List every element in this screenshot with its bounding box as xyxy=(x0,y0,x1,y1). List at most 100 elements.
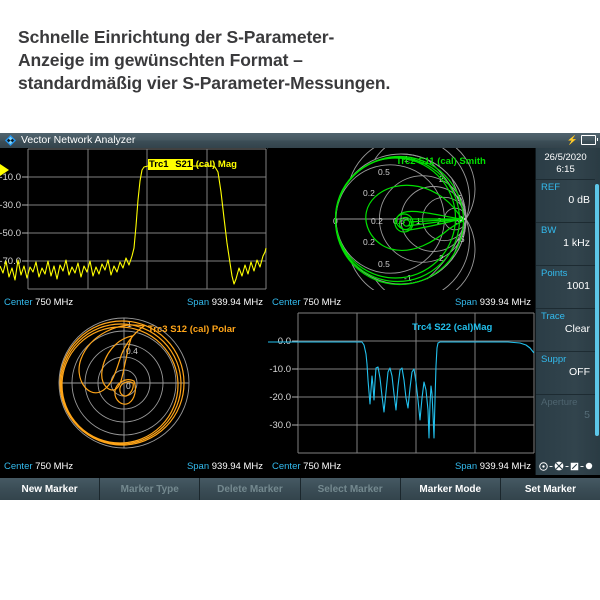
trace-label-trace1-highlight: Trc1 xyxy=(148,159,170,170)
sidebar-field-bw-label: BW xyxy=(541,225,557,236)
lightning-bolt-icon: ⚡ xyxy=(566,135,578,145)
time-readout: 6:15 xyxy=(556,164,575,175)
trace-label-trace4-name: Trc4 xyxy=(412,322,432,333)
plot-area-trace4[interactable]: 0.0 -10.0 -20.0 -30.0 Trc4 S22 (cal)Mag xyxy=(268,312,535,454)
plot-area-trace3[interactable]: 1 0.4 0 Trc3 S12 (cal) Polar xyxy=(0,312,267,454)
trace-label-trace3-cal: (cal) xyxy=(189,324,210,335)
plot-area-trace1[interactable]: -10.0 -30.0 -50.0 -70.0 Trc1 S21 (cal) M… xyxy=(0,148,267,290)
chart-panel-trace1[interactable]: -10.0 -30.0 -50.0 -70.0 Trc1 S21 (cal) M… xyxy=(0,148,267,311)
trace-label-trace4-format: Mag xyxy=(473,322,493,333)
trace-label-trace4-sparam: S22 xyxy=(434,322,452,333)
window-title: Vector Network Analyzer xyxy=(21,134,136,146)
sidebar-field-ref[interactable]: REF 0 dB xyxy=(536,179,595,216)
span-readout-trace2[interactable]: Span 939.94 MHz xyxy=(455,294,531,311)
svg-text:0.2: 0.2 xyxy=(371,216,383,226)
titlebar-status-icons: ⚡ xyxy=(566,135,598,145)
trace-label-trace2[interactable]: Trc2 S11 (cal) Smith xyxy=(396,156,486,167)
sidebar-field-trace-value: Clear xyxy=(564,323,590,335)
trace-label-trace1-sparam: S21 xyxy=(174,159,194,170)
svg-text:-30.0: -30.0 xyxy=(269,420,291,431)
square-slash-icon[interactable] xyxy=(570,462,579,471)
icon-connector-2 xyxy=(565,465,568,467)
softkey-select-marker[interactable]: Select Marker xyxy=(300,478,401,500)
svg-text:-50.0: -50.0 xyxy=(0,228,21,239)
softkey-new-marker[interactable]: New Marker xyxy=(0,478,101,500)
span-readout-trace4[interactable]: Span 939.94 MHz xyxy=(455,458,531,475)
trace-label-trace3-format: Polar xyxy=(211,324,236,335)
trace-label-trace3-name: Trc3 xyxy=(148,324,168,335)
softkey-set-marker[interactable]: Set Marker xyxy=(500,478,600,500)
trace-label-trace2-name: Trc2 xyxy=(396,156,416,167)
heading-line-3: standardmäßig vier S-Parameter-Messungen… xyxy=(18,73,391,93)
axis-footer-trace1: Center 750 MHz Span 939.94 MHz xyxy=(0,294,267,311)
sidebar-scrollbar[interactable] xyxy=(595,184,599,436)
plot-svg-trace2: 0 0.2 0.2 0.5 0.5 0.2 0.5 1 2 5 1 -1 2 2… xyxy=(268,148,535,290)
softkey-marker-type[interactable]: Marker Type xyxy=(100,478,201,500)
trace-label-trace3-sparam: S12 xyxy=(170,324,188,335)
sidebar-field-points-value: 1001 xyxy=(566,280,590,292)
trace-label-trace4[interactable]: Trc4 S22 (cal)Mag xyxy=(412,322,492,333)
trace-label-trace4-cal: (cal) xyxy=(453,322,474,333)
sidebar-field-trace-label: Trace xyxy=(541,311,565,322)
sidebar-field-bw-value: 1 kHz xyxy=(563,237,590,249)
trace-grid: -10.0 -30.0 -50.0 -70.0 Trc1 S21 (cal) M… xyxy=(0,148,535,475)
sidebar-field-points[interactable]: Points 1001 xyxy=(536,265,595,302)
softkey-delete-marker[interactable]: Delete Marker xyxy=(200,478,301,500)
center-readout-trace3[interactable]: Center 750 MHz xyxy=(4,458,73,475)
chart-panel-trace3[interactable]: 1 0.4 0 Trc3 S12 (cal) Polar Center 750 … xyxy=(0,312,267,475)
circle-dot-icon[interactable] xyxy=(538,461,548,471)
screenshot-root: Schnelle Einrichtung der S-Parameter- An… xyxy=(0,0,600,600)
cross-circle-icon[interactable] xyxy=(554,461,564,471)
svg-text:-10.0: -10.0 xyxy=(269,364,291,375)
page-heading: Schnelle Einrichtung der S-Parameter- An… xyxy=(18,26,578,95)
vna-instrument-window: Vector Network Analyzer ⚡ -10.0 -30.0 -5… xyxy=(0,133,600,500)
heading-line-1: Schnelle Einrichtung der S-Parameter- xyxy=(18,27,335,47)
chart-panel-trace2[interactable]: 0 0.2 0.2 0.5 0.5 0.2 0.5 1 2 5 1 -1 2 2… xyxy=(268,148,535,311)
trace-label-trace1-cal: (cal) xyxy=(195,159,216,170)
heading-line-2: Anzeige im gewünschten Format – xyxy=(18,50,303,70)
trace-label-trace3[interactable]: Trc3 S12 (cal) Polar xyxy=(148,324,236,335)
svg-text:0.2: 0.2 xyxy=(363,188,375,198)
svg-text:-20.0: -20.0 xyxy=(269,392,291,403)
trace-label-trace1[interactable]: Trc1 S21 (cal) Mag xyxy=(148,159,237,170)
plot-area-trace2[interactable]: 0 0.2 0.2 0.5 0.5 0.2 0.5 1 2 5 1 -1 2 2… xyxy=(268,148,535,290)
sidebar-field-aperture: Aperture 5 xyxy=(536,394,595,431)
axis-footer-trace4: Center 750 MHz Span 939.94 MHz xyxy=(268,458,535,475)
sidebar-field-suppr-value: OFF xyxy=(569,366,590,378)
sidebar-field-aperture-value: 5 xyxy=(584,409,590,421)
axis-footer-trace2: Center 750 MHz Span 939.94 MHz xyxy=(268,294,535,311)
filled-dot-icon[interactable] xyxy=(585,462,593,470)
trace-label-trace2-cal: (cal) xyxy=(437,156,457,167)
rs-diamond-logo-icon xyxy=(5,135,16,146)
svg-text:0.5: 0.5 xyxy=(378,167,390,177)
span-readout-trace3[interactable]: Span 939.94 MHz xyxy=(187,458,263,475)
sidebar-field-trace[interactable]: Trace Clear xyxy=(536,308,595,345)
sidebar-field-suppr[interactable]: Suppr OFF xyxy=(536,351,595,388)
sidebar-field-bw[interactable]: BW 1 kHz xyxy=(536,222,595,259)
span-readout-trace1[interactable]: Span 939.94 MHz xyxy=(187,294,263,311)
settings-sidebar: 26/5/2020 6:15 REF 0 dB BW 1 kHz Points … xyxy=(535,148,600,475)
date-readout: 26/5/2020 xyxy=(544,152,587,163)
axis-footer-trace3: Center 750 MHz Span 939.94 MHz xyxy=(0,458,267,475)
center-readout-trace1[interactable]: Center 750 MHz xyxy=(4,294,73,311)
sidebar-field-aperture-label: Aperture xyxy=(541,397,578,408)
softkey-bar: New Marker Marker Type Delete Marker Sel… xyxy=(0,478,600,500)
sidebar-field-ref-label: REF xyxy=(541,182,560,193)
plot-svg-trace4: 0.0 -10.0 -20.0 -30.0 xyxy=(268,312,535,454)
trace-label-trace2-format: Smith xyxy=(459,156,486,167)
chart-panel-trace4[interactable]: 0.0 -10.0 -20.0 -30.0 Trc4 S22 (cal)Mag xyxy=(268,312,535,475)
icon-connector-3 xyxy=(580,465,583,467)
svg-text:-30.0: -30.0 xyxy=(0,200,21,211)
center-readout-trace2[interactable]: Center 750 MHz xyxy=(272,294,341,311)
center-readout-trace4[interactable]: Center 750 MHz xyxy=(272,458,341,475)
softkey-marker-mode[interactable]: Marker Mode xyxy=(400,478,501,500)
svg-text:0.5: 0.5 xyxy=(378,259,390,269)
icon-connector-1 xyxy=(549,465,552,467)
sidebar-field-points-label: Points xyxy=(541,268,568,279)
trace-label-trace1-format: Mag xyxy=(217,159,237,170)
sidebar-field-ref-value: 0 dB xyxy=(568,194,590,206)
svg-text:0.2: 0.2 xyxy=(363,237,375,247)
status-icon-row xyxy=(536,461,595,471)
battery-icon xyxy=(581,135,598,145)
title-bar: Vector Network Analyzer ⚡ xyxy=(0,133,600,149)
